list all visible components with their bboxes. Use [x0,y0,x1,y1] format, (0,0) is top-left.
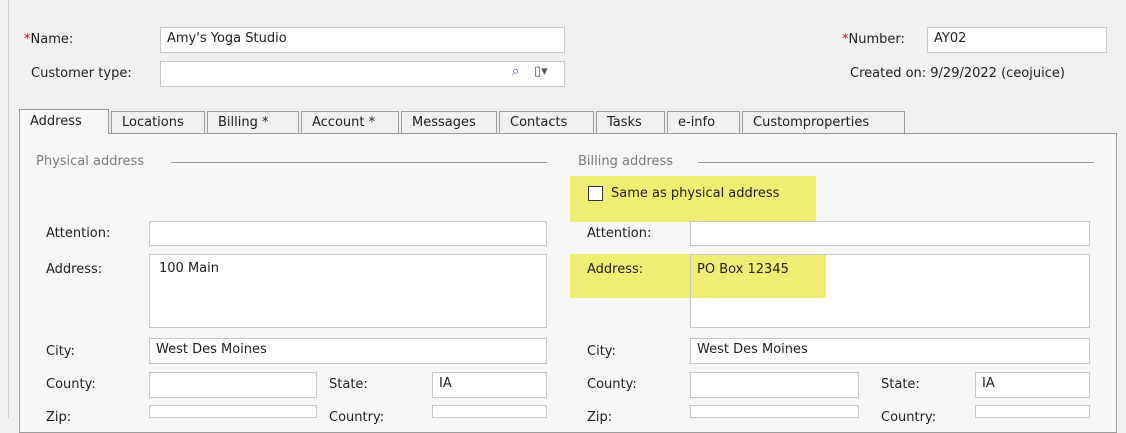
billing-city-label: City: [587,344,616,359]
physical-country-label: Country: [329,410,385,425]
created-on-text: Created on: 9/29/2022 (ceojuice) [850,66,1065,81]
billing-county-input[interactable] [690,372,859,398]
tab-address[interactable]: Address [19,109,109,134]
billing-state-input[interactable]: IA [975,372,1090,398]
billing-address-title: Billing address [578,154,674,169]
physical-address-input[interactable]: 100 Main [149,254,547,328]
billing-zip-label: Zip: [587,410,613,425]
physical-county-input[interactable] [149,372,317,398]
billing-state-label: State: [881,377,920,392]
number-label: *Number: [842,32,905,47]
billing-address-label: Address: [587,262,644,277]
physical-state-input[interactable]: IA [432,372,547,398]
name-label: *Name: [24,32,74,47]
physical-divider [171,162,547,163]
billing-country-input[interactable] [975,405,1090,418]
physical-country-input[interactable] [432,405,547,418]
dropdown-book-icon[interactable]: ▯▾ [534,64,548,79]
customer-type-label: Customer type: [31,66,132,81]
physical-city-label: City: [46,344,75,359]
physical-attention-label: Attention: [46,226,111,241]
billing-address-value: PO Box 12345 [697,262,789,277]
tab-contacts[interactable]: Contacts [499,111,594,133]
number-input[interactable]: AY02 [927,27,1107,53]
billing-city-input[interactable]: West Des Moines [690,338,1090,364]
physical-city-input[interactable]: West Des Moines [149,338,547,364]
physical-state-label: State: [329,377,368,392]
physical-zip-input[interactable] [149,405,317,418]
customer-type-input[interactable] [160,61,565,87]
tab-messages[interactable]: Messages [401,111,497,133]
billing-county-label: County: [587,377,637,392]
billing-address-input-right [826,255,1089,298]
physical-address-title: Physical address [36,154,145,169]
tab-customproperties[interactable]: Customproperties [742,111,905,133]
billing-attention-label: Attention: [587,226,652,241]
tab-tasks[interactable]: Tasks [596,111,665,133]
name-input[interactable]: Amy's Yoga Studio [160,27,565,53]
tab-locations[interactable]: Locations [111,111,205,133]
physical-county-label: County: [46,377,96,392]
tab-e-info[interactable]: e-info [667,111,740,133]
tab-billing[interactable]: Billing * [207,111,299,133]
search-icon[interactable]: ⌕ [512,64,519,79]
billing-address-input-lower [691,298,1089,327]
billing-country-label: Country: [881,410,937,425]
physical-address-label: Address: [46,262,103,277]
billing-zip-input[interactable] [690,405,859,418]
billing-divider [698,162,1094,163]
physical-attention-input[interactable] [149,221,547,246]
same-as-physical-checkbox[interactable] [588,186,603,201]
physical-zip-label: Zip: [46,410,72,425]
window-left-edge [0,0,9,418]
billing-attention-input[interactable] [690,221,1090,246]
same-as-physical-label: Same as physical address [611,186,780,201]
tab-account[interactable]: Account * [301,111,399,133]
